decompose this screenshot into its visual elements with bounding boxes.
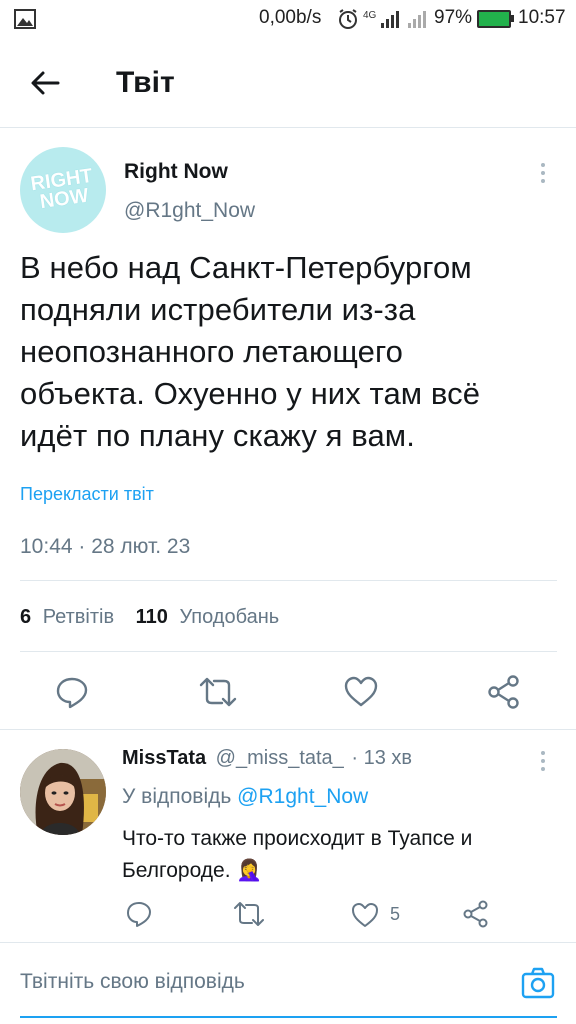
composer-divider (0, 942, 576, 943)
replying-to-handle[interactable]: @R1ght_Now (237, 785, 368, 808)
reply-like-heart-icon[interactable] (350, 901, 380, 929)
alarm-icon (339, 9, 357, 29)
reply-share-icon[interactable] (462, 899, 490, 929)
composer-underline (20, 1016, 557, 1018)
reply-time: · 13 хв (351, 747, 413, 769)
stats-divider-bottom (20, 651, 557, 652)
tweet-text-line: неопознанного летающего (20, 334, 404, 369)
reply-text: Что-то также происходит в Туапсе и Белго… (122, 823, 562, 887)
clock: 10:57 (518, 7, 566, 28)
battery-icon (477, 10, 511, 28)
tweet-text: В небо над Санкт-Петербургом подняли ист… (20, 247, 560, 457)
signal-strength-icon (381, 11, 399, 28)
more-options-icon[interactable] (536, 160, 550, 186)
tweet-stats: 6 Ретвітів 110 Уподобань (20, 606, 279, 629)
header-divider (0, 127, 576, 128)
reply-composer-input[interactable]: Твітніть свою відповідь (20, 970, 245, 994)
share-icon[interactable] (487, 674, 521, 710)
reply-icon[interactable] (55, 675, 89, 709)
signal-strength-secondary-icon (408, 11, 426, 28)
reply-author-handle[interactable]: @_miss_tata_ (216, 747, 344, 769)
page-title: Твіт (116, 66, 175, 99)
reply-retweet-icon[interactable] (232, 900, 266, 928)
tweet-timestamp: 10:44 · 28 лют. 23 (20, 535, 191, 558)
reply-header: MissTata @_miss_tata_ · 13 хв (122, 747, 412, 770)
author-avatar[interactable]: RIGHT NOW (20, 147, 106, 233)
battery-tip (511, 15, 514, 22)
retweet-icon[interactable] (198, 675, 238, 709)
retweets-label[interactable]: Ретвітів (43, 606, 114, 628)
tweet-text-line: идёт по плану скажу я вам. (20, 418, 415, 453)
reply-author-name[interactable]: MissTata (122, 747, 206, 769)
image-notification-icon (14, 9, 36, 29)
stats-divider-top (20, 580, 557, 581)
like-heart-icon[interactable] (343, 675, 379, 709)
reply-likes-count: 5 (390, 904, 401, 924)
avatar-logo-line-2: NOW (38, 184, 90, 214)
author-handle[interactable]: @R1ght_Now (124, 199, 255, 223)
replying-to: У відповідь @R1ght_Now (122, 785, 368, 809)
status-bar: 0,00b/s 4G 97% 10:57 (0, 0, 576, 38)
retweets-count[interactable]: 6 (20, 606, 31, 628)
back-arrow-icon[interactable] (28, 66, 62, 100)
translate-link[interactable]: Перекласти твіт (20, 484, 154, 505)
tweet-text-line: В небо над Санкт-Петербургом (20, 250, 472, 285)
replying-to-prefix: У відповідь (122, 785, 232, 808)
reply-text-line: Белгороде. 🤦‍♀ (122, 859, 263, 882)
author-name[interactable]: Right Now (124, 160, 228, 184)
likes-count[interactable]: 110 (136, 606, 168, 628)
reply-author-avatar[interactable] (20, 749, 106, 835)
network-type: 4G (363, 10, 377, 21)
tweet-divider (0, 729, 576, 730)
network-speed: 0,00b/s (259, 7, 322, 28)
tweet-text-line: объекта. Охуенно у них там всё (20, 376, 481, 411)
battery-percent: 97% (434, 7, 473, 28)
tweet-text-line: подняли истребители из-за (20, 292, 416, 327)
likes-label[interactable]: Уподобань (179, 606, 279, 628)
reply-text-line: Что-то также происходит в Туапсе и (122, 827, 473, 850)
reply-more-options-icon[interactable] (536, 748, 550, 774)
camera-icon[interactable] (520, 966, 556, 1000)
reply-reply-icon[interactable] (125, 900, 153, 928)
